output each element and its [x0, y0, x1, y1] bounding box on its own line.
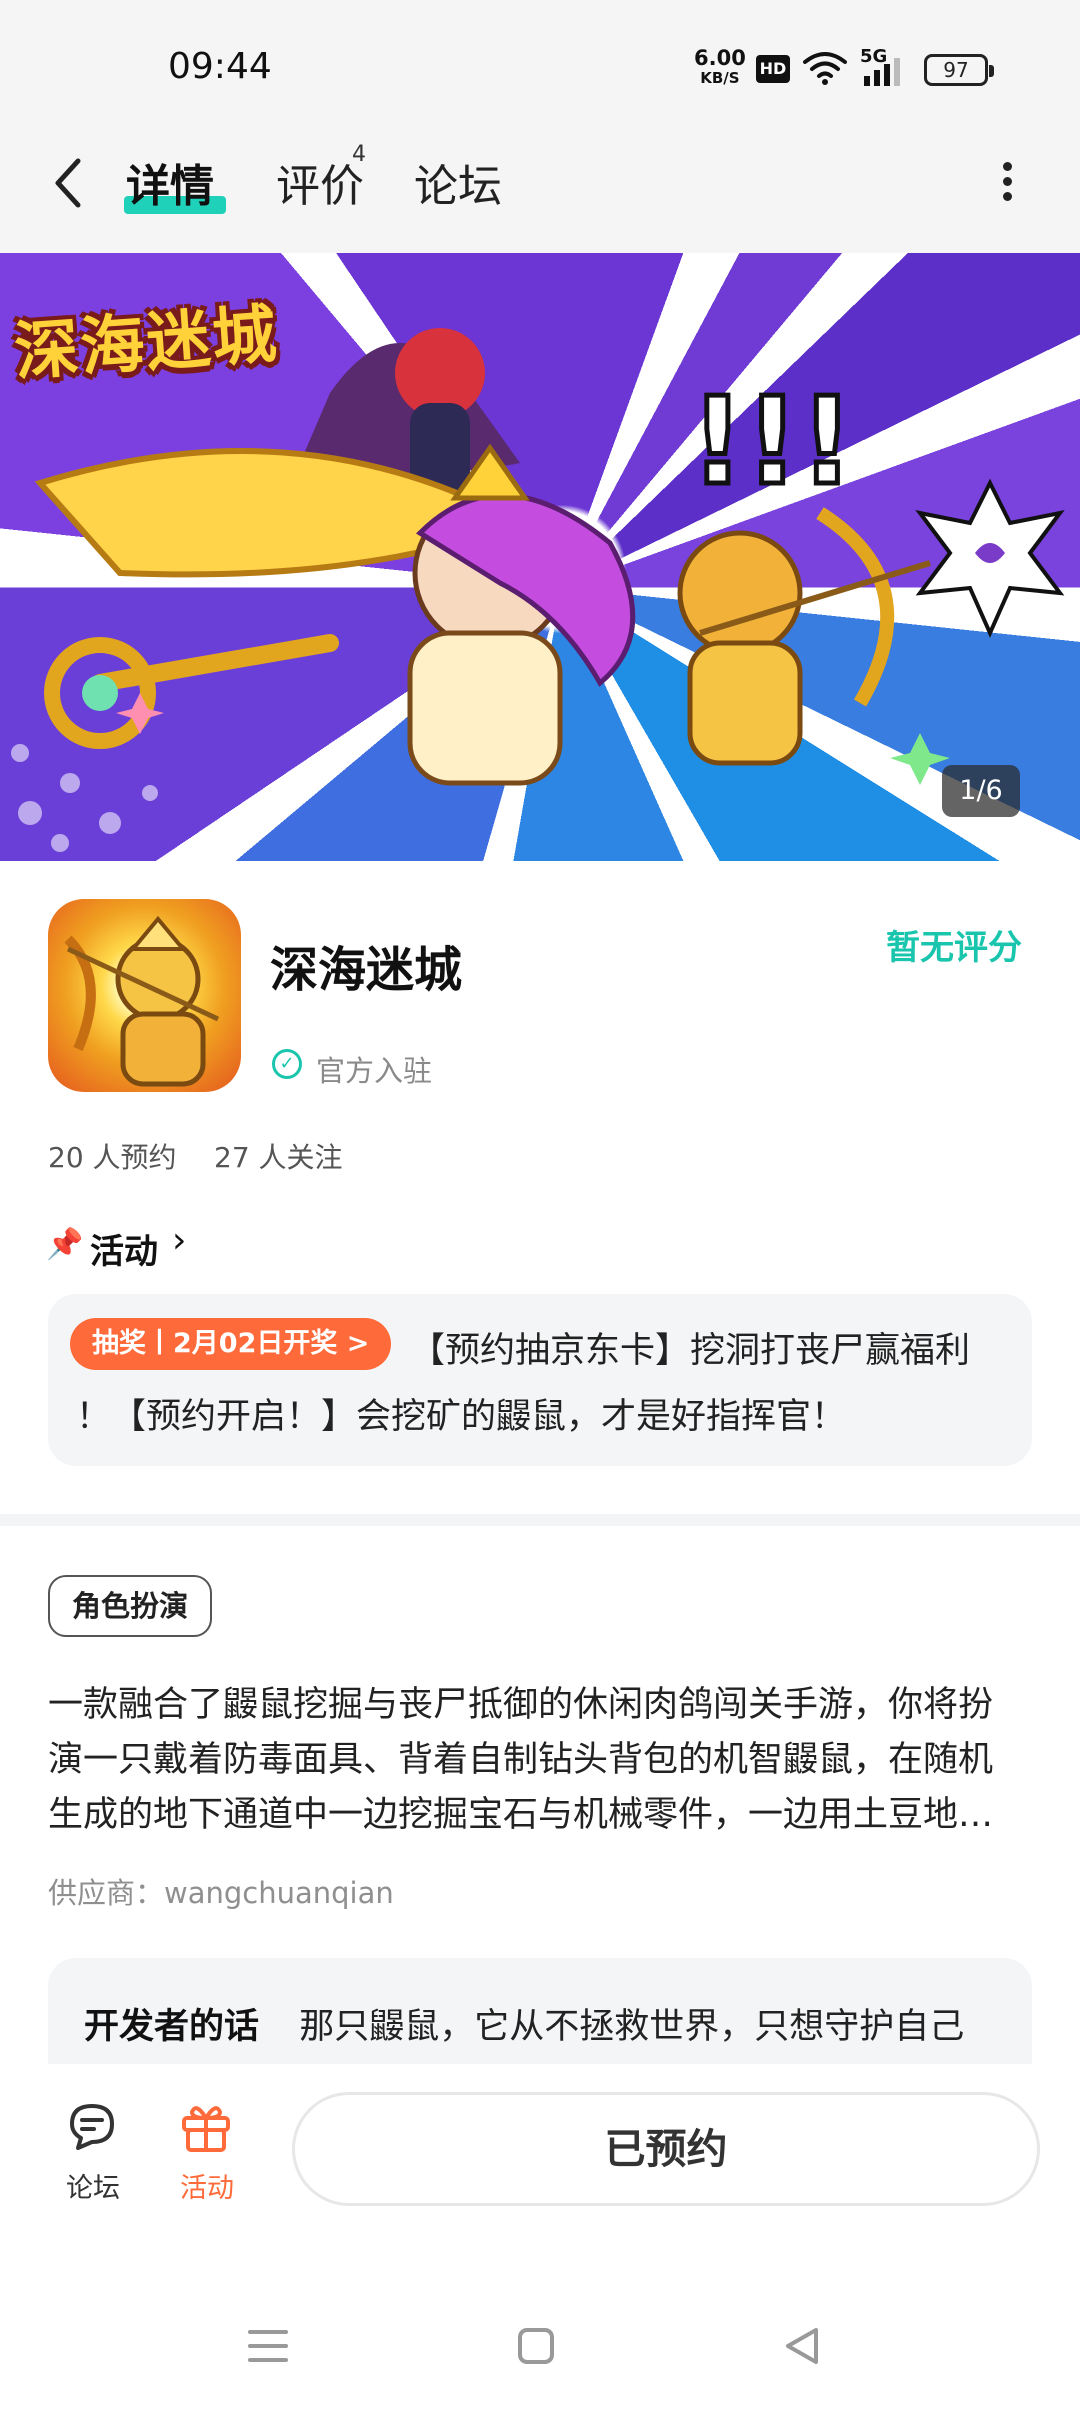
status-time: 09:44 — [168, 46, 272, 87]
lottery-badge[interactable]: 抽奖丨2月02日开奖 > — [70, 1318, 392, 1370]
forum-nav-button[interactable]: 论坛 — [56, 2098, 132, 2208]
tab-reviews[interactable]: 评价 — [276, 150, 364, 214]
back-triangle-icon[interactable] — [782, 2324, 822, 2368]
follower-count: 27 人关注 — [214, 1141, 343, 1174]
forum-nav-label: 论坛 — [66, 2173, 120, 2204]
forum-chat-icon — [70, 2104, 114, 2150]
tab-forum[interactable]: 论坛 — [414, 150, 502, 214]
supplier-info: 供应商：wangchuanqian — [48, 1876, 394, 1910]
activity-nav-label: 活动 — [180, 2173, 234, 2204]
description-line: 一款融合了鼹鼠挖掘与丧尸抵御的休闲肉鸽闯关手游，你将扮 — [48, 1685, 994, 1725]
battery-icon: 97 — [924, 54, 994, 86]
network-speed: 6.00 KB/S — [694, 48, 746, 88]
more-options-icon[interactable] — [990, 158, 1026, 206]
description-line: 生成的地下通道中一边挖掘宝石与机械零件，一边用土豆地… — [48, 1795, 994, 1835]
carousel-counter: 1/6 — [942, 765, 1020, 817]
svg-text:!!!: !!! — [690, 373, 854, 512]
developer-notes-label: 开发者的话 — [84, 2007, 260, 2047]
activity-nav-button[interactable]: 活动 — [170, 2098, 246, 2208]
activity-text-line1: 【预约抽京东卡】挖洞打丧尸赢福利 — [410, 1331, 971, 1371]
description-line: 演一只戴着防毒面具、背着自制钻头背包的机智鼹鼠，在随机 — [48, 1740, 994, 1780]
section-divider — [0, 1514, 1080, 1526]
reviews-count-badge: 4 — [352, 142, 366, 167]
developer-notes-content: 那只鼹鼠，它从不拯救世界，只想守护自己 — [299, 2007, 965, 2047]
cell-signal-icon — [864, 58, 900, 86]
rating-status: 暂无评分 — [886, 928, 1022, 968]
wifi-icon — [803, 52, 847, 85]
network-speed-unit: KB/S — [700, 69, 740, 87]
app-icon — [48, 899, 241, 1092]
gift-icon — [182, 2106, 230, 2152]
chevron-right-icon[interactable]: › — [172, 1220, 186, 1261]
activity-section-title[interactable]: 活动 — [90, 1224, 158, 1273]
reserved-button[interactable]: 已预约 — [292, 2092, 1040, 2206]
banner-game-logo: 深海迷城 — [12, 297, 281, 391]
activity-text-line2: ！【预约开启！】会挖矿的鼹鼠，才是好指挥官！ — [76, 1397, 847, 1437]
hd-icon: HD — [756, 55, 790, 83]
menu-icon[interactable] — [246, 2326, 290, 2366]
pin-icon: 📌 — [46, 1227, 84, 1262]
app-icon-artwork — [64, 915, 220, 1087]
tab-details[interactable]: 详情 — [126, 150, 214, 214]
status-bar — [0, 0, 1080, 130]
game-description[interactable]: 一款融合了鼹鼠挖掘与丧尸抵御的休闲肉鸽闯关手游，你将扮 演一只戴着防毒面具、背着… — [48, 1678, 1038, 1843]
network-speed-value: 6.00 — [694, 46, 746, 70]
verified-check-icon: ✓ — [272, 1049, 302, 1079]
back-arrow-icon[interactable] — [50, 155, 86, 211]
genre-tag[interactable]: 角色扮演 — [48, 1575, 213, 1637]
app-name: 深海迷城 — [270, 942, 463, 998]
home-icon[interactable] — [516, 2326, 556, 2366]
developer-notes-text: 开发者的话 那只鼹鼠，它从不拯救世界，只想守护自己 — [84, 1998, 964, 2049]
official-label: 官方入驻 — [316, 1054, 433, 1088]
reservation-count: 20 人预约 — [48, 1141, 177, 1174]
